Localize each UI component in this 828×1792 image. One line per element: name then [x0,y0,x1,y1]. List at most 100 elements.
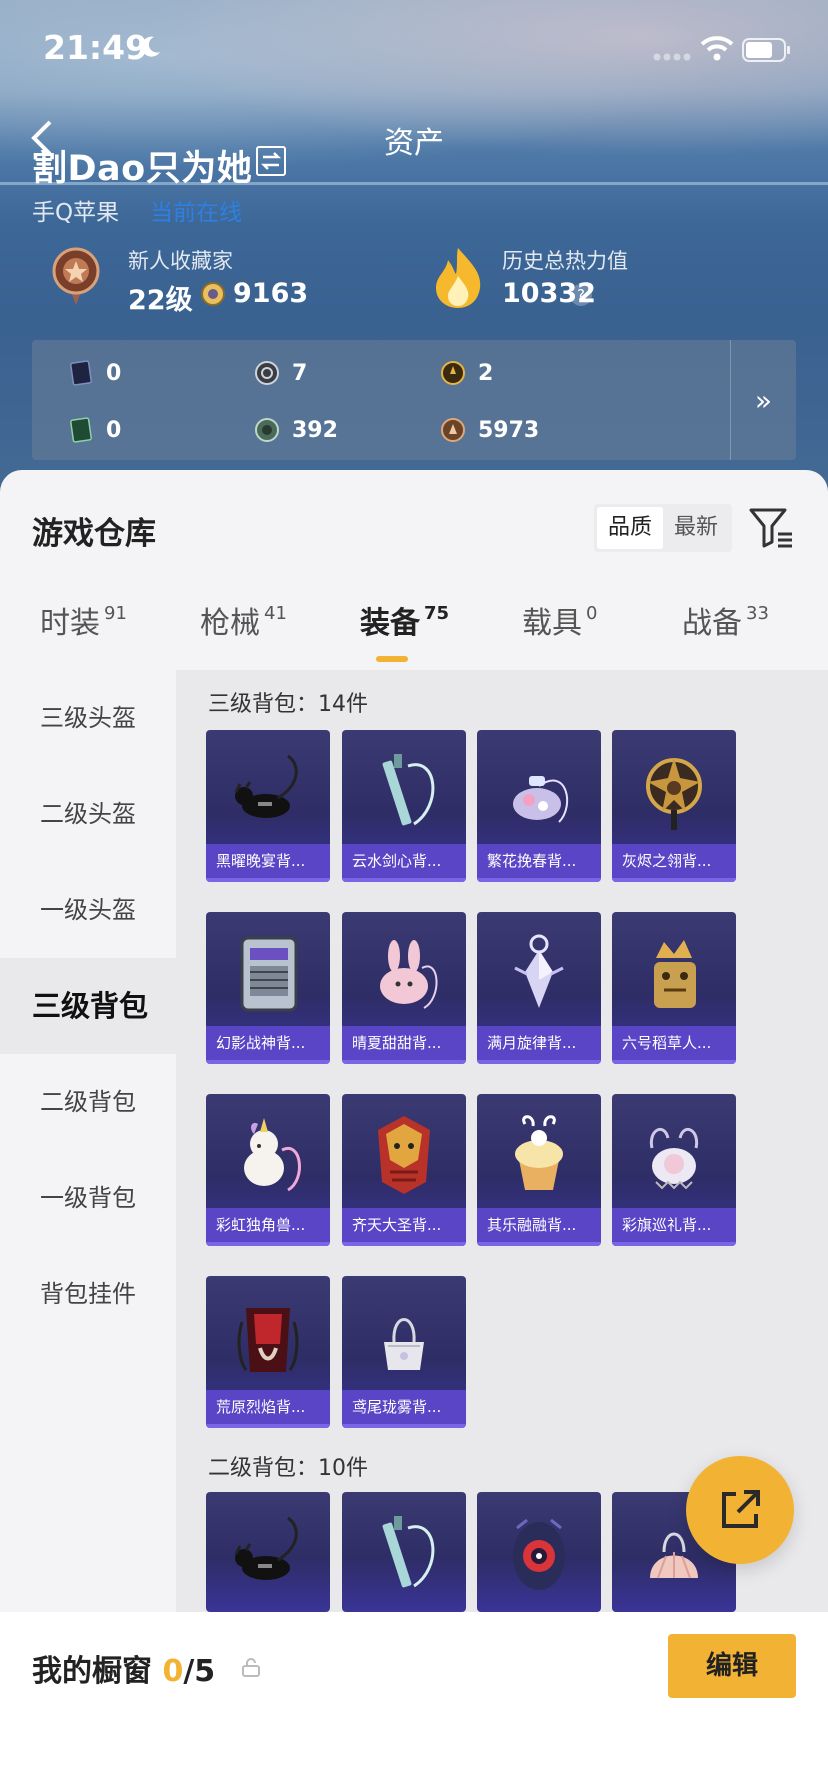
item-card[interactable]: 彩旗巡礼背... [612,1094,736,1246]
bronze-coin-icon [441,418,465,442]
item-name: 荒原烈焰背... [206,1390,330,1424]
moon-crystal-art [514,934,564,1008]
help-icon[interactable]: ? [570,284,592,306]
item-name: 幻影战神背... [206,1026,330,1060]
item-name: 晴夏甜甜背... [342,1026,466,1060]
item-card[interactable]: 黑曜晚宴背... [206,730,330,882]
side-item-backpack-2[interactable]: 二级背包 [0,1054,176,1150]
lace-bag-art [649,1127,699,1190]
black-dog-art [234,754,298,818]
silver-token-icon [255,361,279,385]
side-item-helmet-2[interactable]: 二级头盔 [0,766,176,862]
jade-coin-icon [255,418,279,442]
warehouse-sheet: 游戏仓库 品质 最新 时装 91 枪械 41 装备 75 载具 0 战备 33 三级头盔 … [0,470,828,1792]
rarity-bar [206,1424,330,1428]
item-card[interactable]: 幻影战神背... [206,912,330,1064]
side-item-backpack-charm[interactable]: 背包挂件 [0,1246,176,1342]
edit-button[interactable]: 编辑 [668,1634,796,1698]
item-card[interactable]: 其乐融融背... [477,1094,601,1246]
side-item-helmet-1[interactable]: 一级头盔 [0,862,176,958]
switch-account-icon[interactable] [256,146,286,176]
rarity-bar [342,1242,466,1246]
rarity-bar [612,1242,736,1246]
side-item-backpack-3[interactable]: 三级背包 [0,958,176,1054]
monkey-king-art [378,1116,430,1194]
tab-label: 时装 [40,606,100,641]
tab-equipment[interactable]: 装备 75 [360,598,449,642]
showcase-total: /5 [183,1654,216,1689]
item-card[interactable]: 鸢尾珑雾背... [342,1276,466,1428]
resource-value: 5973 [478,417,540,443]
tab-count: 75 [424,603,450,624]
platform-label: 手Q苹果 [32,200,120,226]
mech-pack-art [240,936,298,1012]
active-tab-indicator [376,656,408,662]
showcase-title: 我的橱窗 [32,1654,152,1689]
item-card[interactable]: 满月旋律背... [477,912,601,1064]
share-external-icon [722,1490,760,1528]
player-level: 22级 [128,285,193,316]
tab-count: 0 [586,603,598,624]
category-tabs: 时装 91 枪械 41 装备 75 载具 0 战备 33 [0,598,828,664]
tab-count: 33 [746,603,769,624]
sort-newest-button[interactable]: 最新 [663,507,729,549]
status-time: 21:49 [43,28,149,67]
item-card[interactable]: 云水剑心背... [342,730,466,882]
resource-item: 0 [68,417,121,443]
item-card[interactable]: 灰烬之翎背... [612,730,736,882]
tab-count: 91 [104,603,127,624]
coin-value: 9163 [233,278,309,309]
tab-fashion[interactable]: 时装 91 [40,598,127,642]
rarity-bar [206,1242,330,1246]
wifi-icon [700,36,734,61]
item-card[interactable] [206,1492,330,1612]
side-item-backpack-1[interactable]: 一级背包 [0,1150,176,1246]
warehouse-title: 游戏仓库 [32,516,156,552]
tab-vehicles[interactable]: 载具 0 [522,598,597,642]
heat-title: 历史总热力值 [502,249,628,273]
unicorn-art [244,1118,301,1192]
item-card[interactable]: 繁花挽春背... [477,730,601,882]
item-card[interactable]: 荒原烈焰背... [206,1276,330,1428]
resources-more-button[interactable]: » [730,340,796,460]
sort-quality-button[interactable]: 品质 [597,507,664,549]
sword-art [382,754,435,826]
item-card[interactable] [477,1492,601,1612]
item-name: 黑曜晚宴背... [206,844,330,878]
tab-weapons[interactable]: 枪械 41 [200,598,287,642]
group-title-backpack-3: 三级背包：14件 [208,692,368,717]
item-card[interactable]: 六号稻草人... [612,912,736,1064]
resource-value: 392 [292,417,338,443]
item-card[interactable]: 齐天大圣背... [342,1094,466,1246]
filter-icon[interactable] [748,506,794,550]
item-card[interactable]: 彩虹独角兽... [206,1094,330,1246]
resource-item: 5973 [440,417,539,443]
share-button[interactable] [686,1456,794,1564]
item-name: 灰烬之翎背... [612,844,736,878]
resource-item: 392 [254,417,338,443]
showcase-current: 0 [162,1654,184,1689]
resource-item: 7 [254,360,307,386]
item-name: 其乐融融背... [477,1208,601,1242]
item-card[interactable] [342,1492,466,1612]
tab-count: 41 [264,603,287,624]
tab-label: 战备 [682,606,742,641]
resource-panel: 0 7 2 0 392 5973 » [32,340,796,460]
cellular-signal-icon [653,53,691,61]
side-item-helmet-3[interactable]: 三级头盔 [0,670,176,766]
item-name: 满月旋律背... [477,1026,601,1060]
flower-bag-art [513,776,569,823]
coin-icon [201,282,225,306]
tab-combat-gear[interactable]: 战备 33 [682,598,769,642]
pink-bunny-art [380,940,438,1009]
moon-icon [141,36,160,57]
battery-icon [742,38,790,62]
showcase-bar: 我的橱窗 0/5 编辑 [0,1612,828,1792]
tab-label: 枪械 [200,606,260,641]
group-title-backpack-2: 二级背包：10件 [208,1456,368,1481]
item-card[interactable]: 晴夏甜甜背... [342,912,466,1064]
online-status: 当前在线 [150,200,242,226]
rarity-bar [342,1424,466,1428]
resource-value: 0 [106,417,122,443]
showcase-label: 我的橱窗 0/5 [32,1646,215,1690]
